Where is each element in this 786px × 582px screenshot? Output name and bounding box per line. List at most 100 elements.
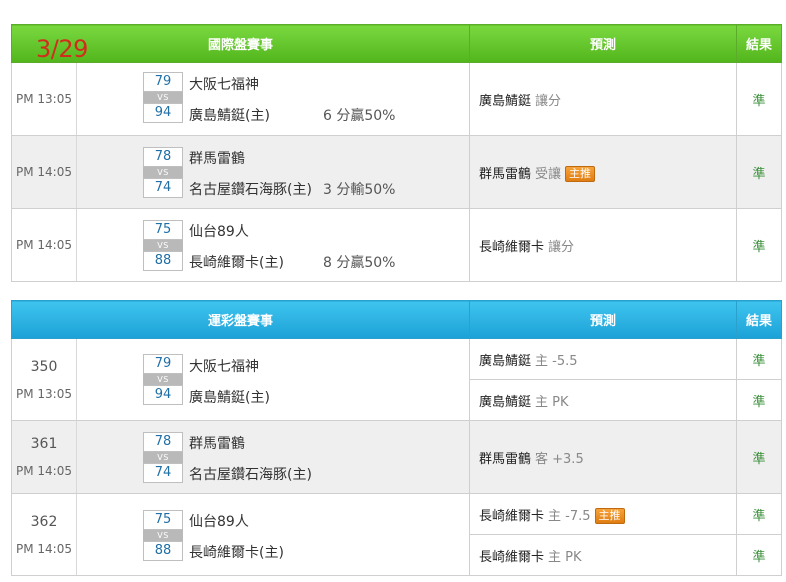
vs-label: VS <box>143 167 183 178</box>
game-time: PM 13:05 <box>16 386 72 401</box>
home-score: 94 <box>143 103 183 123</box>
vs-label: VS <box>143 530 183 541</box>
international-odds-table: 3/29 國際盤賽事 預測 結果 PM 13:05 79 VS 94 大阪七福神… <box>11 24 782 282</box>
events-header: 運彩盤賽事 <box>11 300 470 339</box>
time-cell: 362 PM 14:05 <box>12 494 77 575</box>
home-team: 名古屋鑽石海豚(主) <box>189 182 312 198</box>
result-cell: 準 <box>736 379 782 421</box>
result-cell: 準 <box>736 135 782 209</box>
scorebox: 78 VS 74 <box>143 147 183 198</box>
scorebox: 79 VS 94 <box>143 354 183 405</box>
match-cell: PM 14:05 75 VS 88 仙台89人 長崎維爾卡(主) 8 分贏50% <box>11 208 470 282</box>
home-team: 名古屋鑽石海豚(主) <box>189 467 312 483</box>
date-mark: 3/29 <box>36 35 88 63</box>
result-cell: 準 <box>736 338 782 380</box>
home-score: 88 <box>143 541 183 561</box>
result-cell: 準 <box>736 62 782 136</box>
prediction-cell: 群馬雷鶴客 +3.5 <box>469 420 737 494</box>
scorebox: 78 VS 74 <box>143 432 183 483</box>
game-number: 362 <box>30 513 58 530</box>
table-row: PM 14:05 78 VS 74 群馬雷鶴 名古屋鑽石海豚(主) 3 分輸50… <box>11 135 782 209</box>
away-score: 75 <box>143 510 183 530</box>
match-cell: PM 13:05 79 VS 94 大阪七福神 廣島鯖鋌(主) 6 分贏50% <box>11 62 470 136</box>
away-score: 79 <box>143 354 183 374</box>
away-team: 群馬雷鶴 <box>189 436 245 452</box>
match-cell: 350 PM 13:05 79 VS 94 大阪七福神 廣島鯖鋌(主) <box>11 338 470 421</box>
prediction-cell: 廣島鯖鋌主 -5.5 <box>469 338 737 380</box>
away-score: 78 <box>143 147 183 167</box>
away-team: 仙台89人 <box>189 224 249 240</box>
match-cell: 362 PM 14:05 75 VS 88 仙台89人 長崎維爾卡(主) <box>11 493 470 576</box>
pick-team: 廣島鯖鋌 <box>479 353 532 369</box>
table-row: PM 14:05 75 VS 88 仙台89人 長崎維爾卡(主) 8 分贏50%… <box>11 208 782 282</box>
game-time: PM 14:05 <box>16 165 72 179</box>
result-cell: 準 <box>736 493 782 535</box>
pick-type: 讓分 <box>535 93 562 109</box>
pick-team: 廣島鯖鋌 <box>479 93 532 109</box>
prediction-cell: 廣島鯖鋌主 PK <box>469 379 737 421</box>
away-score: 78 <box>143 432 183 452</box>
game-time: PM 13:05 <box>16 92 72 106</box>
game-number: 361 <box>30 436 58 452</box>
scorebox: 75 VS 88 <box>143 220 183 271</box>
pick-team: 廣島鯖鋌 <box>479 394 532 410</box>
time-cell: 361 PM 14:05 <box>12 421 77 493</box>
away-team: 群馬雷鶴 <box>189 151 245 167</box>
result-cell: 準 <box>736 208 782 282</box>
handicap-result: 6 分贏50% <box>323 108 396 124</box>
sports-lottery-odds-table: 運彩盤賽事 預測 結果 350 PM 13:05 79 VS 94 大阪七福神 … <box>11 300 782 576</box>
match-cell: PM 14:05 78 VS 74 群馬雷鶴 名古屋鑽石海豚(主) 3 分輸50… <box>11 135 470 209</box>
result-cell: 準 <box>736 534 782 576</box>
pick-line: 主 -5.5 <box>535 353 578 369</box>
game-time: PM 14:05 <box>16 238 72 252</box>
prediction-header: 預測 <box>469 300 737 339</box>
featured-badge: 主推 <box>594 507 625 524</box>
home-team: 長崎維爾卡(主) <box>189 545 284 561</box>
table-header-row: 3/29 國際盤賽事 預測 結果 <box>11 24 782 63</box>
table-row: PM 13:05 79 VS 94 大阪七福神 廣島鯖鋌(主) 6 分贏50% … <box>11 62 782 136</box>
pick-line: 客 +3.5 <box>535 451 584 467</box>
vs-label: VS <box>143 452 183 463</box>
vs-label: VS <box>143 240 183 251</box>
table-row: 361 PM 14:05 78 VS 74 群馬雷鶴 名古屋鑽石海豚(主) 群馬… <box>11 420 782 494</box>
time-cell: PM 14:05 <box>12 209 77 281</box>
match-cell: 361 PM 14:05 78 VS 74 群馬雷鶴 名古屋鑽石海豚(主) <box>11 420 470 494</box>
vs-label: VS <box>143 92 183 103</box>
featured-badge: 主推 <box>565 165 596 182</box>
away-team: 大阪七福神 <box>189 77 259 93</box>
result-header: 結果 <box>736 24 782 63</box>
time-cell: 350 PM 13:05 <box>12 339 77 420</box>
home-score: 88 <box>143 251 183 271</box>
table-row: 362 PM 14:05 75 VS 88 仙台89人 長崎維爾卡(主) 長崎維… <box>11 493 782 576</box>
result-header: 結果 <box>736 300 782 339</box>
home-score: 94 <box>143 385 183 405</box>
away-score: 79 <box>143 72 183 92</box>
game-number: 350 <box>30 358 58 375</box>
prediction-cell: 群馬雷鶴 受讓 主推 <box>469 135 737 209</box>
pick-line: 主 PK <box>535 394 569 410</box>
prediction-header: 預測 <box>469 24 737 63</box>
handicap-result: 8 分贏50% <box>323 255 396 271</box>
prediction-cell: 長崎維爾卡主 PK <box>469 534 737 576</box>
pick-team: 長崎維爾卡 <box>479 549 545 565</box>
pick-team: 長崎維爾卡 <box>479 239 545 255</box>
vs-label: VS <box>143 374 183 385</box>
away-team: 大阪七福神 <box>189 359 259 375</box>
table-row: 350 PM 13:05 79 VS 94 大阪七福神 廣島鯖鋌(主) 廣島鯖鋌… <box>11 338 782 421</box>
home-score: 74 <box>143 178 183 198</box>
pick-team: 群馬雷鶴 <box>479 451 532 467</box>
pick-line: 主 PK <box>548 549 582 565</box>
handicap-result: 3 分輸50% <box>323 182 396 198</box>
pick-team: 群馬雷鶴 <box>479 166 532 182</box>
prediction-cell: 長崎維爾卡 讓分 <box>469 208 737 282</box>
table-header-row: 運彩盤賽事 預測 結果 <box>11 300 782 339</box>
game-time: PM 14:05 <box>16 464 72 478</box>
pick-line: 主 -7.5 <box>548 508 591 524</box>
game-time: PM 14:05 <box>16 541 72 556</box>
home-team: 廣島鯖鋌(主) <box>189 390 270 406</box>
pick-type: 受讓 <box>535 166 562 182</box>
scorebox: 75 VS 88 <box>143 510 183 561</box>
home-team: 廣島鯖鋌(主) <box>189 108 270 124</box>
pick-team: 長崎維爾卡 <box>479 508 545 524</box>
events-header: 3/29 國際盤賽事 <box>11 24 470 63</box>
